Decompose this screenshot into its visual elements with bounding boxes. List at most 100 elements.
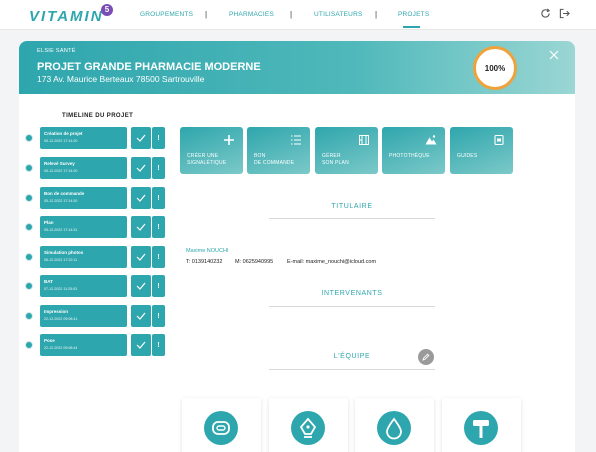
- timeline-alert-button[interactable]: !: [152, 127, 165, 149]
- manage-plan-tile[interactable]: GÉRER SON PLAN: [315, 127, 378, 174]
- check-icon: [136, 134, 146, 142]
- section-divider: [269, 218, 435, 219]
- nav-separator: |: [290, 10, 293, 19]
- check-icon: [136, 312, 146, 320]
- tile-label: GUIDES: [457, 153, 477, 160]
- timeline-alert-button[interactable]: !: [152, 216, 165, 238]
- check-icon: [136, 253, 146, 261]
- team-card-design[interactable]: [269, 398, 348, 452]
- timeline-title: TIMELINE DU PROJET: [62, 113, 134, 119]
- timeline-step-date: 05-12-2022 17:14:20: [44, 139, 78, 143]
- team-card-measure[interactable]: [182, 398, 261, 452]
- timeline-dot: [25, 341, 33, 349]
- logout-icon[interactable]: [559, 8, 570, 19]
- vitamin-logo[interactable]: VITAMIN: [29, 8, 104, 25]
- tile-label-line1: GÉRER: [322, 153, 341, 159]
- purchase-order-tile[interactable]: BON DE COMMANDE: [247, 127, 310, 174]
- timeline-step: Bon de commande 05-12-2022 17:14:30!: [25, 187, 165, 209]
- pen-nib-icon: [299, 417, 317, 438]
- paint-roller-icon: [473, 420, 489, 438]
- timeline-step-box[interactable]: Bon de commande 05-12-2022 17:14:30: [40, 187, 127, 209]
- timeline-dot: [25, 134, 33, 142]
- guide-icon: [494, 134, 504, 146]
- timeline-step-box[interactable]: Pose 22-12-2022 09:08:44: [40, 334, 127, 356]
- timeline-step-box[interactable]: Création de projet 05-12-2022 17:14:20: [40, 127, 127, 149]
- refresh-icon[interactable]: [540, 8, 551, 19]
- guides-tile[interactable]: GUIDES: [450, 127, 513, 174]
- check-icon: [136, 223, 146, 231]
- timeline-dot: [25, 253, 33, 261]
- create-signage-tile[interactable]: CRÉER UNE SIGNALÉTIQUE: [180, 127, 243, 174]
- timeline-alert-button[interactable]: !: [152, 305, 165, 327]
- timeline-step-date: 22-12-2022 09:08:44: [44, 346, 78, 350]
- timeline-alert-button[interactable]: !: [152, 187, 165, 209]
- timeline-check-button[interactable]: [131, 216, 151, 238]
- timeline-step-date: 05-12-2022 17:14:20: [44, 169, 78, 173]
- project-title: PROJET GRANDE PHARMACIE MODERNE: [37, 61, 261, 73]
- ink-drop-icon: [386, 417, 402, 440]
- edit-team-button[interactable]: [418, 349, 434, 365]
- timeline-alert-button[interactable]: !: [152, 275, 165, 297]
- tile-label-line2: SON PLAN: [322, 160, 349, 166]
- timeline-dot: [25, 282, 33, 290]
- timeline-check-button[interactable]: [131, 157, 151, 179]
- contact-name: Maxime NOUCHI: [186, 248, 229, 254]
- timeline-step: Impression 22-12-2022 09:08:41!: [25, 305, 165, 327]
- check-icon: [136, 341, 146, 349]
- project-header: ELSIE SANTÉ PROJET GRANDE PHARMACIE MODE…: [19, 41, 575, 94]
- timeline-step-box[interactable]: BAT 07-12-2022 11:25:03: [40, 275, 127, 297]
- tile-label-line2: SIGNALÉTIQUE: [187, 160, 227, 166]
- timeline-alert-button[interactable]: !: [152, 246, 165, 268]
- progress-indicator: 100%: [473, 46, 517, 90]
- tile-label-line1: GUIDES: [457, 153, 478, 159]
- timeline-step-label: BAT: [44, 279, 53, 284]
- timeline-check-button[interactable]: [131, 187, 151, 209]
- timeline-alert-button[interactable]: !: [152, 157, 165, 179]
- nav-item-utilisateurs[interactable]: UTILISATEURS: [314, 11, 363, 18]
- tile-label: CRÉER UNE SIGNALÉTIQUE: [187, 153, 226, 167]
- contact-email[interactable]: E-mail: maxime_nouchi@icloud.com: [287, 259, 376, 265]
- team-card-install[interactable]: [442, 398, 521, 452]
- timeline-step: Relevé Survey 05-12-2022 17:14:20!: [25, 157, 165, 179]
- check-icon: [136, 194, 146, 202]
- tile-label: PHOTOTHÈQUE: [389, 153, 430, 160]
- project-address: 173 Av. Maurice Berteaux 78500 Sartrouvi…: [37, 74, 205, 84]
- timeline-check-button[interactable]: [131, 305, 151, 327]
- timeline-step-label: Impression: [44, 309, 69, 314]
- nav-item-projets[interactable]: PROJETS: [398, 11, 429, 18]
- check-icon: [136, 282, 146, 290]
- timeline-step: Création de projet 05-12-2022 17:14:20!: [25, 127, 165, 149]
- timeline-step-box[interactable]: Impression 22-12-2022 09:08:41: [40, 305, 127, 327]
- section-title-titulaire: TITULAIRE: [331, 203, 373, 210]
- pencil-icon: [422, 353, 430, 361]
- timeline-check-button[interactable]: [131, 334, 151, 356]
- timeline-step-box[interactable]: Relevé Survey 05-12-2022 17:14:20: [40, 157, 127, 179]
- nav-item-pharmacies[interactable]: PHARMACIES: [229, 11, 274, 18]
- timeline-dot: [25, 223, 33, 231]
- close-icon[interactable]: [549, 50, 559, 60]
- section-title-intervenants: INTERVENANTS: [321, 290, 383, 297]
- timeline-alert-button[interactable]: !: [152, 334, 165, 356]
- plus-icon: [224, 135, 234, 145]
- timeline-step-box[interactable]: Simulation photos 06-12-2022 17:22:11: [40, 246, 127, 268]
- nav-separator: |: [205, 10, 208, 19]
- tape-measure-icon: [212, 421, 230, 435]
- timeline-step-date: 07-12-2022 11:25:03: [44, 287, 78, 291]
- timeline-check-button[interactable]: [131, 246, 151, 268]
- timeline-step-label: Pose: [44, 338, 55, 343]
- nav-item-groupements[interactable]: GROUPEMENTS: [140, 11, 193, 18]
- timeline-step-date: 22-12-2022 09:08:41: [44, 317, 78, 321]
- team-card-print[interactable]: [355, 398, 434, 452]
- photo-library-tile[interactable]: PHOTOTHÈQUE: [382, 127, 445, 174]
- timeline-dot: [25, 194, 33, 202]
- timeline-check-button[interactable]: [131, 127, 151, 149]
- timeline-step-box[interactable]: Plan 05-12-2022 17:14:31: [40, 216, 127, 238]
- tile-label-line2: DE COMMANDE: [254, 160, 295, 166]
- nav-separator: |: [375, 10, 378, 19]
- section-divider: [269, 306, 435, 307]
- timeline-dot: [25, 164, 33, 172]
- timeline-step: Plan 05-12-2022 17:14:31!: [25, 216, 165, 238]
- mountain-icon: [425, 135, 437, 145]
- timeline-check-button[interactable]: [131, 275, 151, 297]
- timeline-dot: [25, 312, 33, 320]
